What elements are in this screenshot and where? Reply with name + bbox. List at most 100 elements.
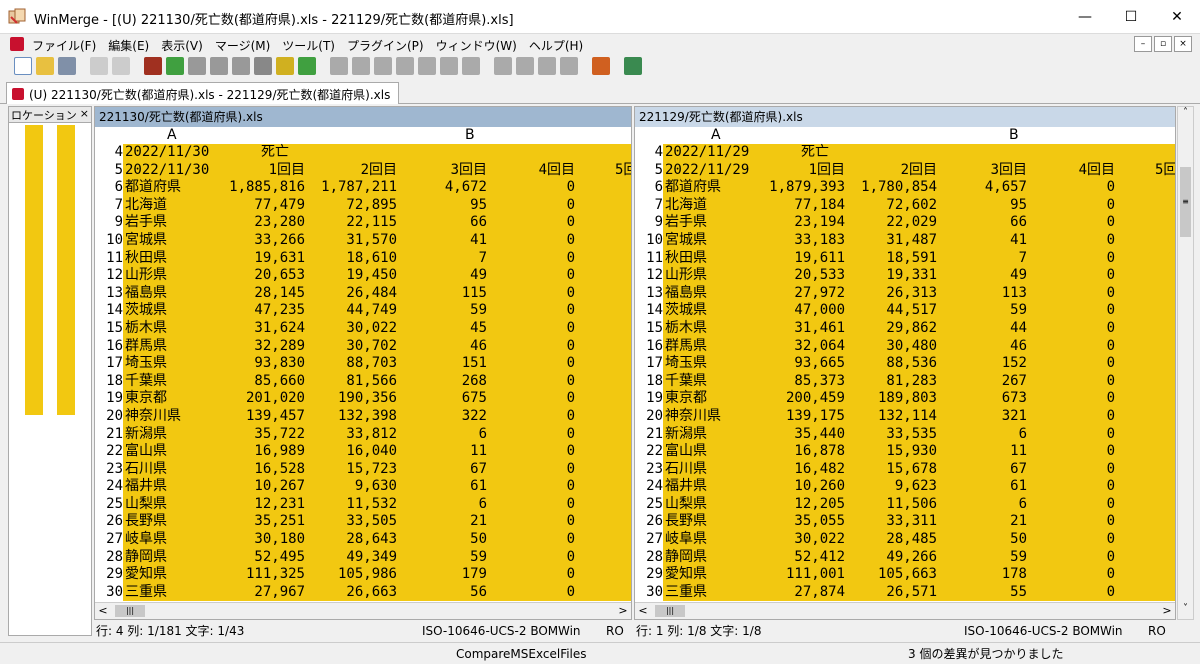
table-cell[interactable]: 0 (1035, 461, 1115, 479)
table-cell[interactable]: 28,145 (215, 285, 305, 303)
table-cell[interactable]: 0 (495, 566, 575, 584)
table-cell[interactable]: 埼玉県 (125, 355, 167, 373)
table-row[interactable]: 27 岐阜県 30,180 28,643 50 0 (95, 531, 631, 549)
table-cell[interactable]: 神奈川県 (125, 408, 181, 426)
menu-window[interactable]: ウィンドウ(W) (436, 37, 517, 54)
table-cell[interactable]: 32,289 (215, 338, 305, 356)
table-row[interactable]: 24 福井県 10,260 9,623 61 0 (635, 478, 1175, 496)
table-cell[interactable]: 44,749 (307, 302, 397, 320)
move-right-icon[interactable] (516, 57, 534, 75)
table-row[interactable]: 12 山形県 20,653 19,450 49 0 (95, 267, 631, 285)
merge-icon[interactable] (462, 57, 480, 75)
table-cell[interactable]: 16,989 (215, 443, 305, 461)
table-cell[interactable]: 0 (495, 232, 575, 250)
table-cell[interactable]: 33,535 (847, 426, 937, 444)
table-row[interactable]: 17 埼玉県 93,830 88,703 151 0 (95, 355, 631, 373)
table-cell[interactable]: 3回目 (407, 162, 487, 180)
table-cell[interactable]: 0 (1035, 496, 1115, 514)
table-cell[interactable]: 115 (407, 285, 487, 303)
table-cell[interactable]: 44 (947, 320, 1027, 338)
scroll-thumb[interactable]: ||| (115, 605, 145, 617)
table-cell[interactable]: 200,459 (755, 390, 845, 408)
table-cell[interactable]: 9,623 (847, 478, 937, 496)
table-cell[interactable]: 85,373 (755, 373, 845, 391)
table-cell[interactable]: 50 (407, 531, 487, 549)
table-cell[interactable]: 72,602 (847, 197, 937, 215)
table-cell[interactable]: 49,266 (847, 549, 937, 567)
table-cell[interactable]: 11,532 (307, 496, 397, 514)
table-cell[interactable]: 11 (407, 443, 487, 461)
location-pane-close-button[interactable]: × (77, 107, 89, 120)
table-row[interactable]: 14 茨城県 47,000 44,517 59 0 (635, 302, 1175, 320)
table-row[interactable]: 18 千葉県 85,373 81,283 267 0 (635, 372, 1175, 391)
table-cell[interactable]: 26,571 (847, 584, 937, 602)
table-cell[interactable]: 0 (495, 250, 575, 268)
table-row[interactable]: 10 宮城県 33,266 31,570 41 0 (95, 231, 631, 250)
table-cell[interactable]: 95 (407, 197, 487, 215)
table-cell[interactable]: 46 (947, 338, 1027, 356)
table-cell[interactable]: 4回目 (1035, 162, 1115, 180)
table-cell[interactable]: 0 (1035, 250, 1115, 268)
table-cell[interactable]: 2022/11/30 (125, 162, 209, 180)
table-cell[interactable]: 33,311 (847, 513, 937, 531)
document-icon[interactable] (10, 37, 24, 51)
menu-help[interactable]: ヘルプ(H) (529, 37, 583, 54)
current-diff-icon[interactable] (232, 57, 250, 75)
table-cell[interactable]: 7 (407, 250, 487, 268)
table-cell[interactable]: 0 (1035, 373, 1115, 391)
table-cell[interactable]: 0 (1035, 513, 1115, 531)
table-cell[interactable]: 茨城県 (125, 302, 167, 320)
table-cell[interactable]: 132,398 (307, 408, 397, 426)
options-icon[interactable] (592, 57, 610, 75)
table-cell[interactable]: 9,630 (307, 478, 397, 496)
table-cell[interactable]: 33,812 (307, 426, 397, 444)
table-cell[interactable]: 49 (407, 267, 487, 285)
table-cell[interactable]: 0 (495, 531, 575, 549)
table-row[interactable]: 6 都道府県 1,879,393 1,780,854 4,657 0 (635, 179, 1175, 197)
table-cell[interactable]: 675 (407, 390, 487, 408)
menu-merge[interactable]: マージ(M) (215, 37, 270, 54)
table-cell[interactable]: 49,349 (307, 549, 397, 567)
table-cell[interactable]: 16,528 (215, 461, 305, 479)
table-cell[interactable]: 26,663 (307, 584, 397, 602)
copy-left-advance-icon[interactable] (396, 57, 414, 75)
table-cell[interactable]: 宮城県 (665, 232, 707, 250)
table-row[interactable]: 15 栃木県 31,461 29,862 44 0 (635, 319, 1175, 338)
table-cell[interactable]: 31,624 (215, 320, 305, 338)
table-cell[interactable]: 4,657 (947, 179, 1027, 197)
table-row[interactable]: 23 石川県 16,482 15,678 67 0 (635, 460, 1175, 479)
table-cell[interactable]: 32,064 (755, 338, 845, 356)
menu-view[interactable]: 表示(V) (161, 37, 203, 54)
table-row[interactable]: 4 2022/11/30 死亡 (95, 144, 631, 162)
table-cell[interactable]: 31,570 (307, 232, 397, 250)
table-cell[interactable]: 19,450 (307, 267, 397, 285)
table-cell[interactable]: 6 (407, 496, 487, 514)
table-cell[interactable]: 3回目 (947, 162, 1027, 180)
table-cell[interactable]: 27,967 (215, 584, 305, 602)
table-cell[interactable]: 322 (407, 408, 487, 426)
table-cell[interactable]: 2022/11/30 (125, 144, 209, 162)
table-cell[interactable]: 47,000 (755, 302, 845, 320)
table-cell[interactable]: 0 (495, 355, 575, 373)
table-row[interactable]: 30 三重県 27,967 26,663 56 0 (95, 583, 631, 602)
table-cell[interactable]: 東京都 (665, 390, 707, 408)
table-row[interactable]: 25 山梨県 12,205 11,506 6 0 (635, 495, 1175, 514)
table-cell[interactable]: 47,235 (215, 302, 305, 320)
mdi-minimize-button[interactable]: – (1134, 36, 1152, 52)
table-cell[interactable]: 27,972 (755, 285, 845, 303)
move-down-icon[interactable] (560, 57, 578, 75)
table-cell[interactable]: 山梨県 (665, 496, 707, 514)
scroll-right-arrow-icon[interactable]: > (1159, 603, 1175, 619)
table-cell[interactable]: 15,678 (847, 461, 937, 479)
first-diff-icon[interactable] (210, 57, 228, 75)
table-cell[interactable]: 111,001 (755, 566, 845, 584)
table-cell[interactable]: 59 (947, 302, 1027, 320)
table-cell[interactable]: 0 (495, 426, 575, 444)
table-cell[interactable]: 0 (1035, 531, 1115, 549)
table-row[interactable]: 11 秋田県 19,611 18,591 7 0 (635, 249, 1175, 268)
table-cell[interactable]: 富山県 (125, 443, 167, 461)
table-cell[interactable]: 福井県 (665, 478, 707, 496)
redo-icon[interactable] (112, 57, 130, 75)
table-cell[interactable]: 30,022 (307, 320, 397, 338)
table-cell[interactable]: 0 (1035, 355, 1115, 373)
